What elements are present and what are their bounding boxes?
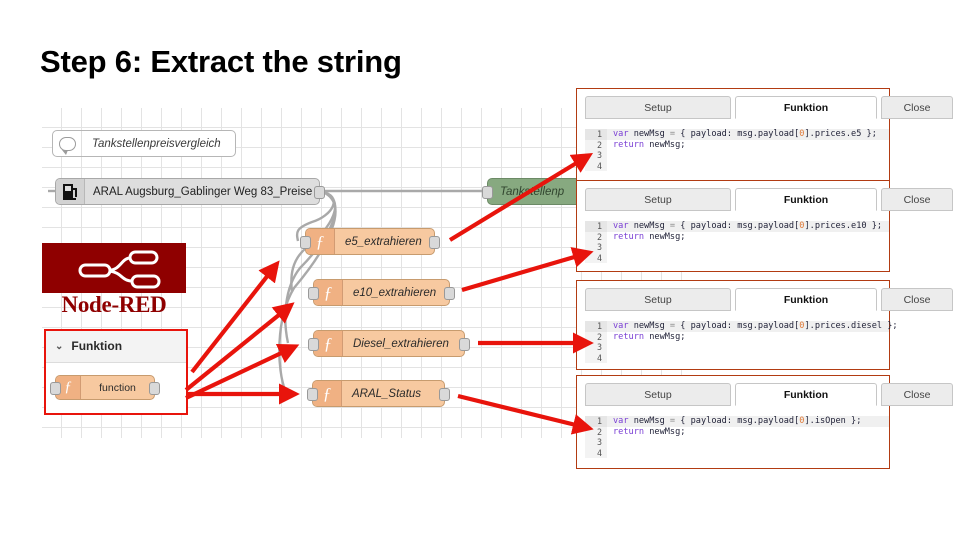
- editor-panel-e5: Setup Funktion Close 1 var newMsg = { pay…: [576, 88, 953, 182]
- page-title: Step 6: Extract the string: [40, 44, 402, 79]
- tab-close[interactable]: Close: [881, 188, 953, 211]
- function-node-label: ARAL_Status: [352, 387, 422, 400]
- comment-node-label: Tankstellenpreisvergleich: [92, 137, 221, 150]
- code-line: var newMsg = { payload: msg.payload[0].p…: [613, 321, 898, 331]
- comment-bubble-icon: [53, 131, 82, 156]
- line-number: 2: [585, 426, 607, 437]
- debug-node-input-port[interactable]: [482, 186, 493, 199]
- code-line: return newMsg;: [613, 331, 686, 342]
- function-node-label: e10_extrahieren: [353, 286, 437, 299]
- editor-panel-aral-status: Setup Funktion Close 1 var newMsg = { pay…: [576, 375, 953, 469]
- function-node-aral-status[interactable]: ƒ ARAL_Status: [307, 380, 450, 407]
- line-number: 2: [585, 139, 607, 150]
- function-node-output-port[interactable]: [439, 388, 450, 401]
- editor-tabs: Setup Funktion Close: [585, 188, 953, 213]
- editor-tabs: Setup Funktion Close: [585, 288, 953, 313]
- code-editor[interactable]: 1 var newMsg = { payload: msg.payload[0].…: [585, 221, 889, 263]
- tab-funktion[interactable]: Funktion: [735, 288, 877, 311]
- editor-tabs: Setup Funktion Close: [585, 383, 953, 408]
- inject-node[interactable]: ARAL Augsburg_Gablinger Weg 83_Preise: [55, 178, 325, 205]
- line-number: 1: [585, 416, 607, 427]
- tab-close[interactable]: Close: [881, 288, 953, 311]
- editor-panel-e10: Setup Funktion Close 1 var newMsg = { pay…: [576, 180, 953, 272]
- code-line: var newMsg = { payload: msg.payload[0].p…: [613, 221, 883, 231]
- function-node-output-port[interactable]: [444, 287, 455, 300]
- function-node-input-port[interactable]: [300, 236, 311, 249]
- code-line: var newMsg = { payload: msg.payload[0].p…: [613, 129, 877, 139]
- line-number: 4: [585, 252, 607, 263]
- function-node-input-port[interactable]: [307, 388, 318, 401]
- editor-tabs: Setup Funktion Close: [585, 96, 953, 121]
- line-number: 2: [585, 331, 607, 342]
- line-number: 3: [585, 342, 607, 353]
- code-line: var newMsg = { payload: msg.payload[0].i…: [613, 416, 862, 426]
- function-node-diesel[interactable]: ƒ Diesel_extrahieren: [308, 330, 470, 357]
- tab-setup[interactable]: Setup: [585, 288, 731, 311]
- editor-panel-diesel: Setup Funktion Close 1 var newMsg = { pay…: [576, 280, 953, 370]
- node-red-wordmark: Node-RED: [61, 292, 167, 317]
- line-number: 3: [585, 437, 607, 448]
- tab-funktion[interactable]: Funktion: [735, 383, 877, 406]
- tab-setup[interactable]: Setup: [585, 383, 731, 406]
- line-number: 2: [585, 231, 607, 242]
- palette-highlight-box: [44, 329, 188, 415]
- function-node-e10[interactable]: ƒ e10_extrahieren: [308, 279, 455, 306]
- inject-node-output-port[interactable]: [314, 186, 325, 199]
- line-number: 4: [585, 160, 607, 171]
- code-editor[interactable]: 1 var newMsg = { payload: msg.payload[0].…: [585, 129, 889, 171]
- function-node-output-port[interactable]: [459, 338, 470, 351]
- line-number: 4: [585, 352, 607, 363]
- line-number: 1: [585, 221, 607, 232]
- tab-setup[interactable]: Setup: [585, 188, 731, 211]
- inject-node-label: ARAL Augsburg_Gablinger Weg 83_Preise: [93, 185, 313, 198]
- code-line: return newMsg;: [613, 426, 686, 437]
- line-number: 3: [585, 242, 607, 253]
- tab-funktion[interactable]: Funktion: [735, 188, 877, 211]
- tab-funktion[interactable]: Funktion: [735, 96, 877, 119]
- line-number: 1: [585, 129, 607, 140]
- function-node-output-port[interactable]: [429, 236, 440, 249]
- slide-canvas: Step 6: Extract the string Tankstellenpr…: [0, 0, 960, 540]
- function-node-input-port[interactable]: [308, 287, 319, 300]
- tab-close[interactable]: Close: [881, 96, 953, 119]
- code-line: return newMsg;: [613, 139, 686, 150]
- comment-node[interactable]: Tankstellenpreisvergleich: [52, 130, 236, 157]
- function-node-label: e5_extrahieren: [345, 235, 422, 248]
- debug-node-label: Tankstellenp: [500, 185, 565, 198]
- tab-close[interactable]: Close: [881, 383, 953, 406]
- code-editor[interactable]: 1 var newMsg = { payload: msg.payload[0].…: [585, 321, 898, 363]
- function-node-label: Diesel_extrahieren: [353, 337, 449, 350]
- tab-setup[interactable]: Setup: [585, 96, 731, 119]
- line-number: 1: [585, 321, 607, 332]
- fuel-pump-icon: [56, 179, 85, 204]
- code-editor[interactable]: 1 var newMsg = { payload: msg.payload[0].…: [585, 416, 889, 458]
- line-number: 3: [585, 150, 607, 161]
- line-number: 4: [585, 447, 607, 458]
- function-node-input-port[interactable]: [308, 338, 319, 351]
- code-line: return newMsg;: [613, 231, 686, 242]
- node-red-logo: [42, 243, 186, 293]
- function-node-e5[interactable]: ƒ e5_extrahieren: [300, 228, 440, 255]
